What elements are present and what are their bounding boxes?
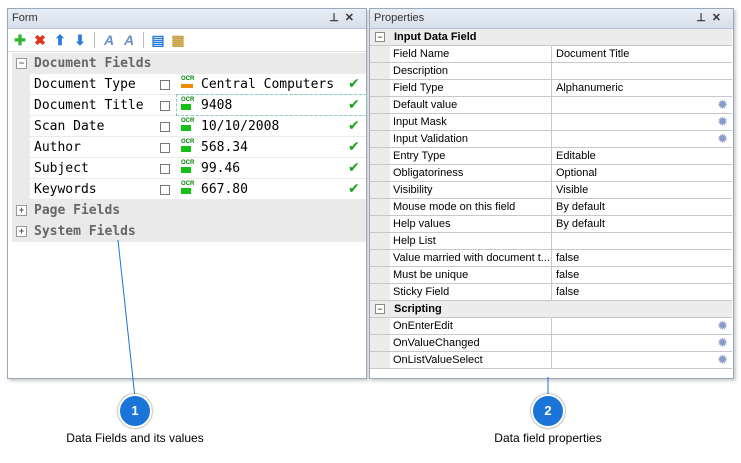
callout-2-label: Data field properties: [494, 431, 602, 445]
callout-1: 1: [118, 394, 152, 428]
callout-lines: [117, 239, 549, 399]
callout-1-label: Data Fields and its values: [66, 431, 204, 445]
callout-2: 2: [531, 394, 565, 428]
